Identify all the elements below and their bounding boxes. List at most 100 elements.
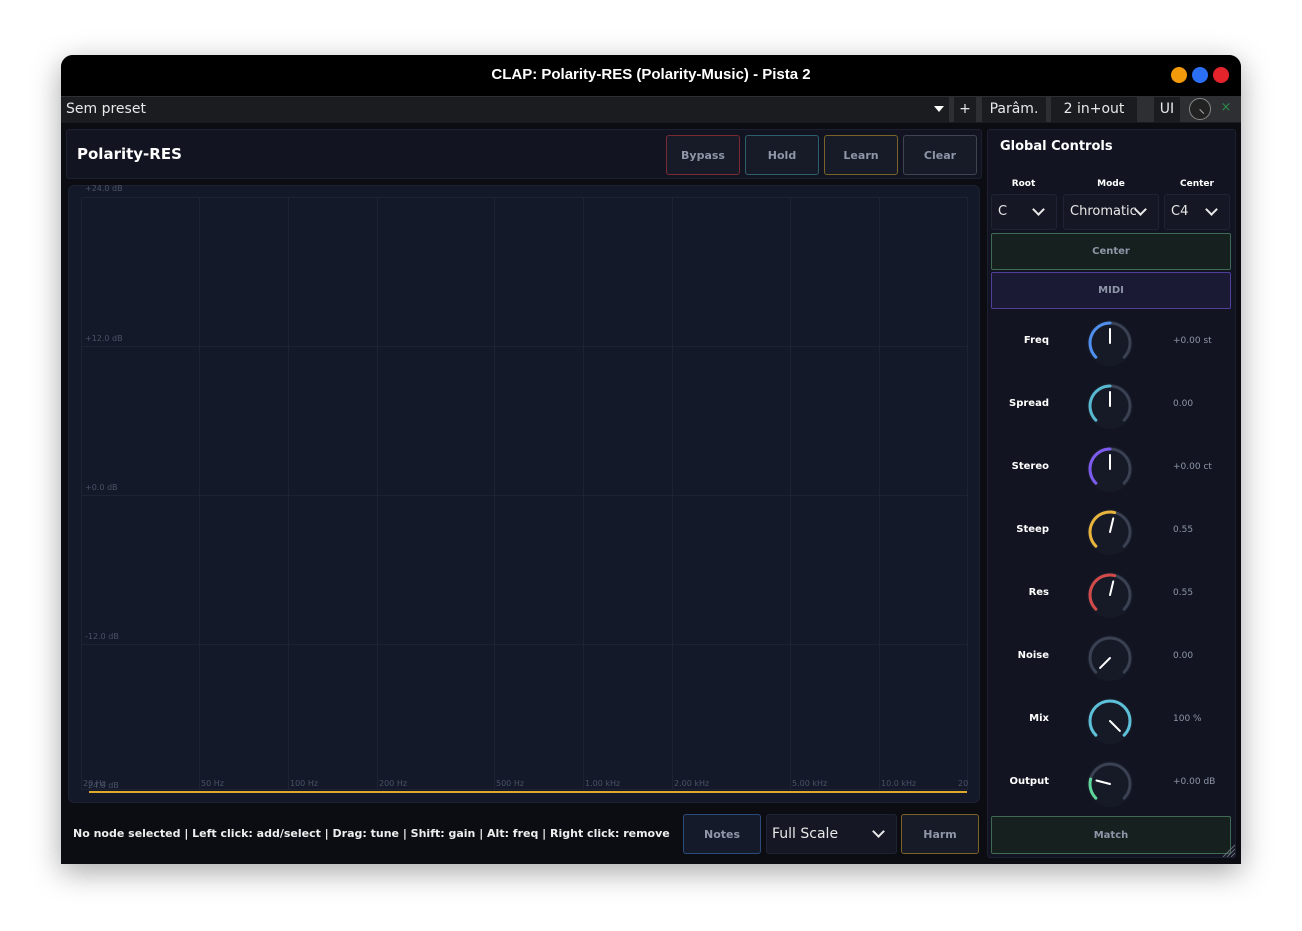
preset-select[interactable]: Sem preset [61, 97, 949, 122]
knob-label: Noise [1017, 650, 1049, 661]
host-close-icon[interactable]: × [1217, 100, 1235, 118]
panel-title: Global Controls [1000, 139, 1113, 154]
grid-line [81, 197, 967, 198]
hz-label: 100 Hz [290, 779, 319, 788]
hz-label: 2.00 kHz [674, 779, 710, 788]
knob-label: Steep [1016, 524, 1049, 535]
center-label: Center [1180, 179, 1214, 189]
grid-line [81, 346, 967, 347]
hz-label: 200 Hz [379, 779, 408, 788]
plugin-title: Polarity-RES [77, 145, 182, 163]
grid-line [879, 197, 880, 790]
knob-value: +0.00 ct [1173, 462, 1212, 472]
params-button[interactable]: Parâm. [982, 97, 1046, 122]
res-knob[interactable] [1086, 571, 1134, 619]
harm-button[interactable]: Harm [901, 814, 979, 854]
root-select[interactable]: C [991, 194, 1057, 230]
plugin-header: Polarity-RES Bypass Hold Learn Clear [66, 129, 982, 179]
hz-label: 20 [958, 779, 969, 788]
grid-line [81, 644, 967, 645]
knob-value: 0.55 [1173, 525, 1194, 535]
hz-label: 1.00 kHz [585, 779, 621, 788]
knob-value: 0.55 [1173, 588, 1194, 598]
close-button[interactable] [1213, 67, 1229, 83]
resize-grip-icon[interactable] [1221, 843, 1235, 857]
scale-select-label: Full Scale [772, 826, 839, 842]
knob-value: +0.00 dB [1173, 777, 1216, 787]
midi-button[interactable]: MIDI [991, 272, 1231, 309]
stereo-knob[interactable] [1086, 445, 1134, 493]
hz-label: 20 Hz [83, 779, 106, 788]
global-controls-panel: Global Controls Root Mode Center C Chrom… [987, 129, 1236, 858]
db-label: +0.0 dB [85, 483, 118, 492]
match-button[interactable]: Match [991, 816, 1231, 854]
chevron-down-icon [872, 825, 885, 838]
knob-label: Mix [1029, 713, 1049, 724]
host-gain-knob[interactable] [1189, 98, 1211, 120]
db-label: +12.0 dB [85, 334, 123, 343]
add-preset-button[interactable]: + [954, 97, 976, 122]
mode-select[interactable]: Chromatic [1063, 194, 1159, 230]
hz-label: 50 Hz [201, 779, 224, 788]
hold-button[interactable]: Hold [745, 135, 819, 175]
learn-button[interactable]: Learn [824, 135, 898, 175]
grid-line [81, 789, 967, 790]
status-hint: No node selected | Left click: add/selec… [73, 827, 670, 840]
noise-knob[interactable] [1086, 634, 1134, 682]
grid-line [967, 197, 968, 790]
center-select[interactable]: C4 [1164, 194, 1230, 230]
graph-plot-area[interactable]: +24.0 dB +12.0 dB +0.0 dB -12.0 dB -24.0… [81, 184, 969, 793]
status-footer: No node selected | Left click: add/selec… [66, 809, 982, 858]
knob-value: 100 % [1173, 714, 1202, 724]
knob-label: Res [1028, 587, 1049, 598]
spread-knob[interactable] [1086, 382, 1134, 430]
grid-line [672, 197, 673, 790]
mix-knob[interactable] [1086, 697, 1134, 745]
bypass-button[interactable]: Bypass [666, 135, 740, 175]
output-knob[interactable] [1086, 760, 1134, 808]
title-bar: CLAP: Polarity-RES (Polarity-Music) - Pi… [61, 55, 1241, 96]
knob-value: 0.00 [1173, 399, 1194, 409]
clear-button[interactable]: Clear [903, 135, 977, 175]
freq-knob[interactable] [1086, 319, 1134, 367]
knob-label: Stereo [1011, 461, 1049, 472]
center-button[interactable]: Center [991, 233, 1231, 270]
db-label: +24.0 dB [85, 184, 123, 193]
grid-line [288, 197, 289, 790]
grid-line [81, 197, 82, 790]
host-toolbar: Sem preset + Parâm. 2 in+out UI × [61, 96, 1241, 123]
knob-row-stereo: Stereo +0.00 ct [988, 437, 1237, 497]
knob-value: 0.00 [1173, 651, 1194, 661]
scale-select[interactable]: Full Scale [766, 814, 897, 854]
knob-row-steep: Steep 0.55 [988, 500, 1237, 560]
plugin-window: CLAP: Polarity-RES (Polarity-Music) - Pi… [61, 55, 1241, 864]
chevron-down-icon [1205, 203, 1218, 216]
grid-line [81, 495, 967, 496]
hz-label: 10.0 kHz [881, 779, 917, 788]
window-title: CLAP: Polarity-RES (Polarity-Music) - Pi… [491, 66, 811, 83]
grid-line [583, 197, 584, 790]
root-select-value: C [998, 204, 1008, 219]
steep-knob[interactable] [1086, 508, 1134, 556]
minimize-button[interactable] [1171, 67, 1187, 83]
grid-line [377, 197, 378, 790]
ui-button[interactable]: UI [1154, 97, 1180, 122]
knob-row-noise: Noise 0.00 [988, 626, 1237, 686]
knob-row-spread: Spread 0.00 [988, 374, 1237, 434]
knob-row-output: Output +0.00 dB [988, 752, 1237, 812]
knob-label: Spread [1009, 398, 1049, 409]
knob-value: +0.00 st [1173, 336, 1212, 346]
knob-row-freq: Freq +0.00 st [988, 311, 1237, 371]
response-curve [89, 791, 967, 793]
frequency-graph[interactable]: +24.0 dB +12.0 dB +0.0 dB -12.0 dB -24.0… [68, 184, 980, 803]
io-button[interactable]: 2 in+out [1051, 97, 1137, 122]
maximize-button[interactable] [1192, 67, 1208, 83]
notes-button[interactable]: Notes [683, 814, 761, 854]
knob-row-mix: Mix 100 % [988, 689, 1237, 749]
chevron-down-icon [1032, 203, 1045, 216]
main-area: Polarity-RES Bypass Hold Learn Clear +24… [66, 129, 982, 858]
preset-dropdown-icon[interactable] [934, 106, 944, 112]
knob-label: Output [1009, 776, 1049, 787]
grid-line [790, 197, 791, 790]
center-select-value: C4 [1171, 204, 1189, 219]
